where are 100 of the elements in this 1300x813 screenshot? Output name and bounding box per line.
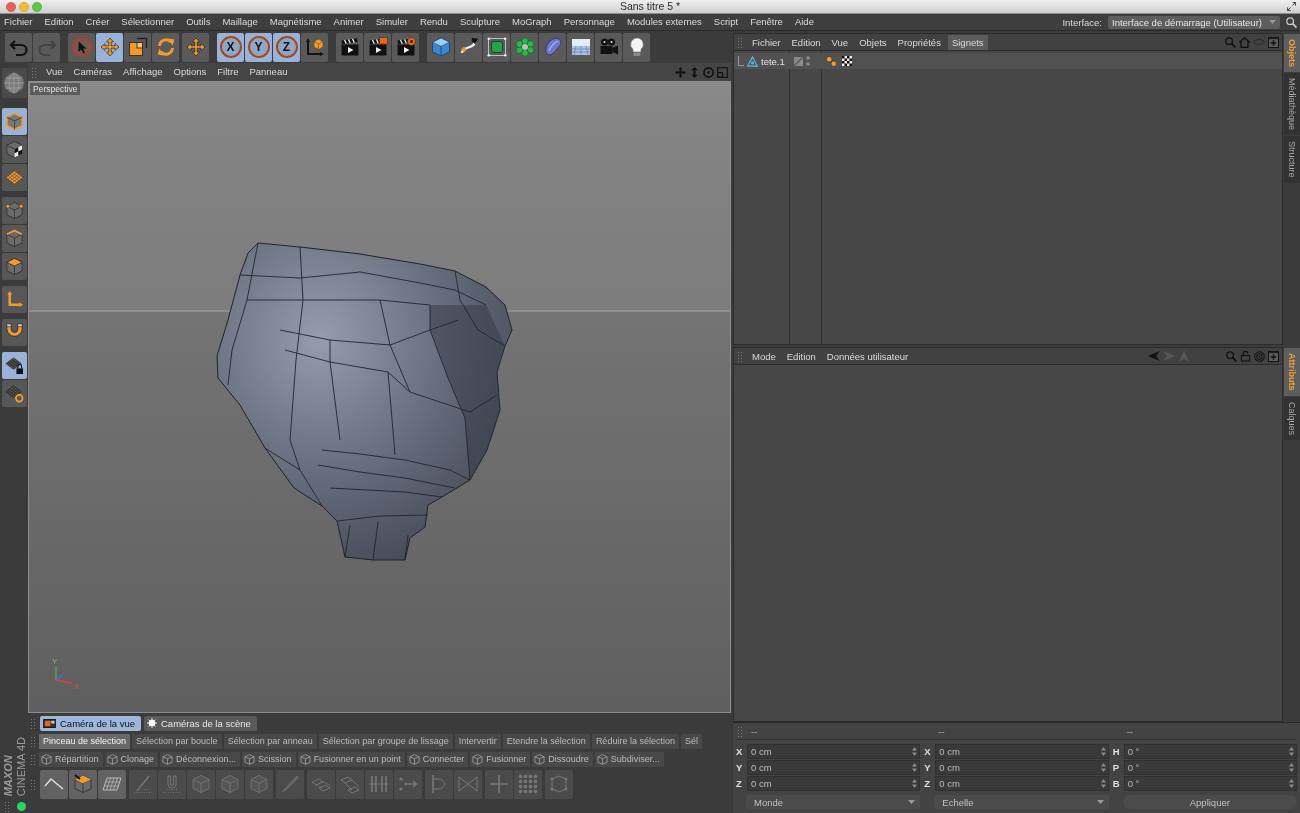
home-icon[interactable]	[1239, 36, 1250, 48]
spinner-icon[interactable]	[1289, 763, 1294, 772]
camera-label[interactable]: Perspective	[30, 83, 81, 95]
polygon-head-drawing[interactable]	[216, 242, 513, 561]
menu-item[interactable]: Magnétisme	[269, 15, 322, 29]
menu-item[interactable]: Simuler	[375, 15, 408, 29]
coordinate-field[interactable]: 0 °	[1123, 744, 1297, 759]
maximize-icon[interactable]	[32, 1, 42, 12]
menu-item[interactable]: Fichier	[748, 34, 785, 50]
command-button[interactable]: Pinceau de sélection	[39, 733, 131, 749]
side-tab[interactable]: Calques	[1284, 396, 1300, 440]
menu-item[interactable]: Options	[173, 65, 207, 79]
spinner-icon[interactable]	[1289, 779, 1294, 788]
menu-item[interactable]: Outils	[186, 15, 211, 29]
apply-button[interactable]: Appliquer	[1122, 795, 1297, 809]
search-icon[interactable]	[1286, 16, 1297, 28]
points-mode-button[interactable]	[1, 197, 27, 224]
coordinate-field[interactable]: 0 °	[1123, 760, 1297, 775]
plus-box-icon[interactable]	[1268, 350, 1279, 362]
tool-button[interactable]	[98, 769, 126, 799]
menu-item[interactable]: Rendu	[419, 15, 448, 29]
spinner-icon[interactable]	[1100, 763, 1106, 772]
menu-item[interactable]: Vue	[46, 65, 63, 79]
grip-handle[interactable]	[737, 350, 744, 362]
render-picture-button[interactable]	[364, 32, 391, 62]
menu-item[interactable]: Mode	[748, 348, 780, 364]
menu-item[interactable]: MoGraph	[512, 15, 552, 29]
back-arrow-icon[interactable]	[1148, 350, 1160, 362]
minimize-icon[interactable]	[19, 1, 29, 12]
diagonal-square-icon[interactable]	[794, 56, 803, 66]
dropdown[interactable]: Monde	[746, 795, 921, 809]
menu-item[interactable]: Vue	[827, 34, 853, 50]
axis-lock-button[interactable]: X	[217, 32, 244, 62]
spinner-icon[interactable]	[912, 747, 918, 756]
fullscreen-icon[interactable]	[1287, 2, 1296, 11]
two-balls-icon[interactable]	[826, 55, 837, 67]
vertical-arrows-icon[interactable]	[689, 66, 700, 78]
viewport-tab[interactable]: Caméra de la vue	[40, 715, 141, 731]
deformer-button[interactable]	[539, 32, 566, 62]
coordinate-field[interactable]: 0 °	[1123, 776, 1297, 791]
object-name[interactable]: tete.1	[761, 55, 785, 67]
grip-handle[interactable]	[737, 36, 744, 48]
edges-mode-button[interactable]	[1, 225, 27, 252]
coordinate-field[interactable]: 0 cm	[935, 760, 1109, 775]
lock-grid-button[interactable]	[1, 352, 27, 379]
maximize-view-icon[interactable]	[717, 66, 728, 78]
coordinate-field[interactable]: 0 cm	[747, 760, 921, 775]
undo-button[interactable]	[5, 32, 32, 62]
menu-item[interactable]: Objets	[855, 34, 891, 50]
cloner-button[interactable]	[511, 32, 538, 62]
menu-item[interactable]: Sélectionner	[121, 15, 175, 29]
model-mode-button[interactable]	[1, 108, 27, 135]
spinner-icon[interactable]	[1100, 779, 1106, 788]
axis-lock-button[interactable]: Z	[273, 32, 300, 62]
checker-icon[interactable]	[842, 56, 852, 66]
interface-dropdown[interactable]: Interface de démarrage (Utilisateur)	[1108, 15, 1280, 29]
menu-item[interactable]: Edition	[782, 348, 820, 364]
two-dots-icon[interactable]	[806, 56, 810, 66]
menu-item[interactable]: Sculpture	[459, 15, 501, 29]
close-icon[interactable]	[6, 1, 16, 12]
spline-pen-button[interactable]	[455, 32, 482, 62]
scale-tool-button[interactable]	[124, 32, 151, 62]
menu-item[interactable]: Fenêtre	[750, 15, 783, 29]
spinner-icon[interactable]	[912, 763, 918, 772]
grid-snap-button[interactable]	[1, 380, 27, 407]
menu-item[interactable]: Données utilisateur	[822, 348, 913, 364]
menu-item[interactable]: Aide	[794, 15, 814, 29]
menu-item[interactable]: Edition	[787, 34, 825, 50]
target-icon[interactable]	[1254, 350, 1265, 362]
cube-button[interactable]	[427, 32, 454, 62]
menu-item[interactable]: Personnage	[563, 15, 615, 29]
orbit-icon[interactable]	[703, 66, 714, 78]
plus-box-icon[interactable]	[1268, 36, 1279, 48]
menu-item[interactable]: Filtre	[217, 65, 239, 79]
menu-item[interactable]: Propriétés	[893, 34, 945, 50]
menu-item[interactable]: Script	[713, 15, 739, 29]
axis-mode-button[interactable]	[1, 286, 27, 313]
rotate-tool-button[interactable]	[152, 32, 179, 62]
texture-mode-button[interactable]	[1, 136, 27, 163]
menu-item[interactable]: Modules externes	[626, 15, 702, 29]
menu-item[interactable]: Panneau	[249, 65, 288, 79]
menu-item[interactable]: Créer	[85, 15, 110, 29]
snap-button[interactable]	[1, 319, 27, 346]
light-button[interactable]	[623, 32, 650, 62]
menu-item[interactable]: Fichier	[4, 15, 33, 29]
side-tab[interactable]: Structure	[1284, 136, 1300, 183]
polygons-mode-button[interactable]	[1, 253, 27, 280]
workplane-button[interactable]	[1, 164, 27, 191]
subdivision-button[interactable]	[483, 32, 510, 62]
coordinate-field[interactable]: 0 cm	[747, 744, 921, 759]
floor-button[interactable]	[567, 32, 594, 62]
tool-button[interactable]	[40, 769, 68, 799]
move-tool-button[interactable]	[96, 32, 123, 62]
spinner-icon[interactable]	[1289, 747, 1294, 756]
layout-button[interactable]	[1, 68, 27, 98]
spinner-icon[interactable]	[1100, 747, 1106, 756]
coordinate-field[interactable]: 0 cm	[935, 776, 1109, 791]
selection-tool-button[interactable]	[68, 32, 95, 62]
menu-item[interactable]: Affichage	[123, 65, 163, 79]
viewport-tab[interactable]: Caméras de la scène	[144, 715, 257, 731]
